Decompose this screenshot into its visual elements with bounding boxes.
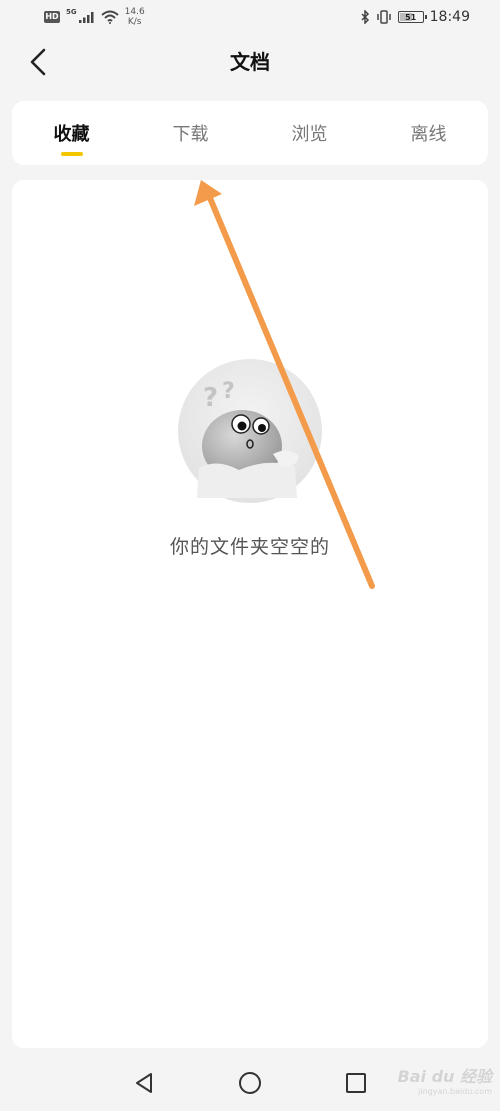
status-time: 18:49 (429, 9, 470, 25)
tab-offline[interactable]: 离线 (369, 101, 488, 165)
tabs-bar: 收藏 下载 浏览 离线 (12, 101, 488, 165)
speed-value: 14.6 (124, 7, 145, 17)
signal-icon (78, 12, 94, 23)
tab-active-indicator (60, 152, 83, 156)
tab-browse[interactable]: 浏览 (250, 101, 369, 165)
tab-label: 浏览 (291, 124, 328, 145)
triangle-back-icon (136, 1073, 152, 1093)
tab-downloads[interactable]: 下载 (131, 101, 250, 165)
svg-text:?: ? (203, 383, 218, 413)
status-right: 51 18:49 (360, 9, 470, 25)
watermark-main: Bai du 经验 (397, 1067, 492, 1086)
status-bar: HD 5G 14.6 K/s 51 18:49 (0, 0, 500, 34)
confused-mascot-icon: ? ? (178, 359, 322, 503)
content-area: ? ? 你的文件夹空空的 (12, 180, 488, 1048)
bluetooth-icon (361, 10, 369, 24)
tab-favorites[interactable]: 收藏 (12, 101, 131, 165)
square-recent-icon (346, 1073, 366, 1093)
status-left: HD 5G 14.6 K/s (44, 7, 145, 27)
battery-icon: 51 (397, 11, 427, 23)
vibrate-icon (376, 10, 391, 24)
speed-unit: K/s (127, 17, 142, 27)
nav-recent-button[interactable] (340, 1067, 372, 1099)
wifi-icon (100, 10, 119, 24)
nav-back-button[interactable] (128, 1067, 160, 1099)
network-type: 5G (66, 8, 77, 16)
system-nav-bar: Bai du 经验 jingyan.baidu.com (0, 1055, 500, 1111)
circle-home-icon (239, 1072, 261, 1094)
tab-label: 收藏 (53, 124, 90, 145)
battery-text: 51 (405, 12, 417, 22)
tab-label: 下载 (172, 124, 209, 145)
page-title: 文档 (230, 50, 270, 74)
watermark-sub: jingyan.baidu.com (418, 1087, 492, 1096)
watermark: Bai du 经验 jingyan.baidu.com (398, 1063, 492, 1096)
nav-home-button[interactable] (234, 1067, 266, 1099)
empty-message: 你的文件夹空空的 (169, 536, 330, 558)
hd-badge: HD (44, 11, 60, 23)
header: 文档 (0, 34, 500, 90)
tab-label: 离线 (410, 124, 447, 145)
network-speed: 14.6 K/s (125, 7, 145, 27)
svg-text:?: ? (222, 379, 235, 404)
